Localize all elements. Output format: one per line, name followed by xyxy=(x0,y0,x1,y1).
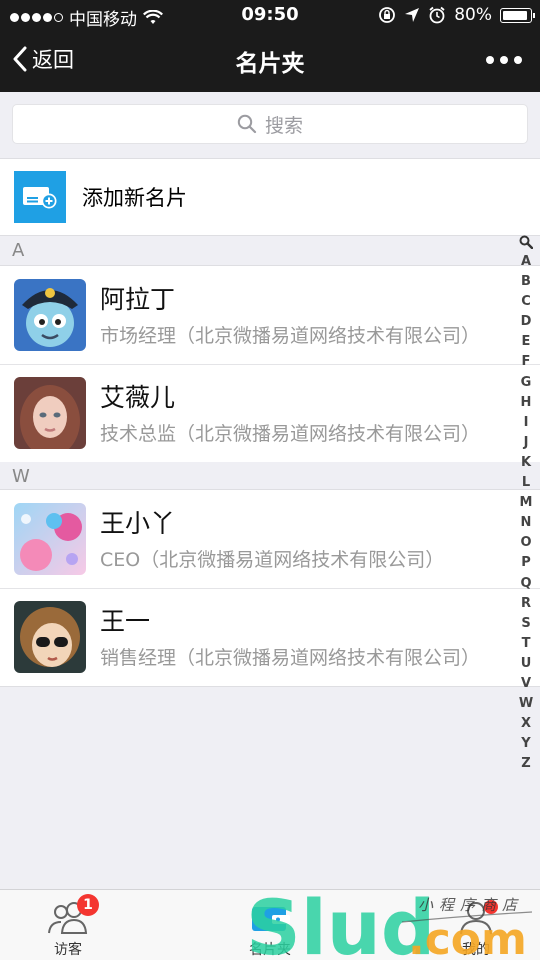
index-letter-w[interactable]: W xyxy=(519,694,533,714)
index-letter-c[interactable]: C xyxy=(521,292,531,312)
index-letter-a[interactable]: A xyxy=(521,252,531,272)
index-letter-j[interactable]: J xyxy=(524,433,529,453)
contact-row[interactable]: 艾薇儿 技术总监（北京微播易道网络技术有限公司） xyxy=(0,364,540,462)
tab-visitors[interactable]: 访客 1 xyxy=(8,890,128,960)
search-icon xyxy=(237,114,257,134)
nav-bar: 返回 名片夹 xyxy=(0,30,540,92)
index-letter-g[interactable]: G xyxy=(521,373,532,393)
index-letter-r[interactable]: R xyxy=(521,594,531,614)
contact-title: CEO（北京微播易道网络技术有限公司） xyxy=(100,548,445,571)
contact-row[interactable]: 王小丫 CEO（北京微播易道网络技术有限公司） xyxy=(0,490,540,588)
index-letter-v[interactable]: V xyxy=(521,674,531,694)
add-new-card-button[interactable]: 添加新名片 xyxy=(0,158,540,236)
section-header-a: A xyxy=(0,236,540,266)
contact-name: 艾薇儿 xyxy=(100,382,176,412)
location-arrow-icon xyxy=(405,8,420,22)
index-letter-i[interactable]: I xyxy=(524,413,529,433)
battery-percent: 80% xyxy=(454,5,492,25)
more-options-icon[interactable] xyxy=(486,56,522,64)
index-letter-l[interactable]: L xyxy=(522,473,530,493)
index-letter-e[interactable]: E xyxy=(522,332,531,352)
alarm-icon xyxy=(429,6,445,24)
add-card-label: 添加新名片 xyxy=(82,186,187,210)
add-card-icon xyxy=(14,171,66,223)
index-letter-z[interactable]: Z xyxy=(521,754,530,774)
status-bar: 中国移动 09:50 80% xyxy=(0,0,540,30)
tab-label: 我的 xyxy=(462,942,490,958)
contact-name: 王一 xyxy=(100,606,151,636)
rotation-lock-icon xyxy=(379,7,396,23)
battery-icon xyxy=(500,7,535,23)
index-letter-o[interactable]: O xyxy=(520,533,531,553)
contact-title: 市场经理（北京微播易道网络技术有限公司） xyxy=(100,324,481,347)
index-letter-f[interactable]: F xyxy=(522,352,531,372)
index-letter-d[interactable]: D xyxy=(521,312,532,332)
contact-row[interactable]: 王一 销售经理（北京微播易道网络技术有限公司） xyxy=(0,588,540,686)
contact-row[interactable]: 阿拉丁 市场经理（北京微播易道网络技术有限公司） xyxy=(0,266,540,364)
index-letter-y[interactable]: Y xyxy=(521,734,530,754)
index-letter-p[interactable]: P xyxy=(521,553,531,573)
contact-list-a: 阿拉丁 市场经理（北京微播易道网络技术有限公司） 艾薇儿 技术总监（北京微播易道… xyxy=(0,265,540,463)
index-letter-b[interactable]: B xyxy=(521,272,531,292)
contact-name: 王小丫 xyxy=(100,508,176,538)
index-letter-q[interactable]: Q xyxy=(520,574,531,594)
index-letter-t[interactable]: T xyxy=(522,634,531,654)
index-letter-h[interactable]: H xyxy=(521,393,532,413)
avatar xyxy=(14,279,86,351)
contact-title: 技术总监（北京微播易道网络技术有限公司） xyxy=(100,422,481,445)
index-letter-x[interactable]: X xyxy=(521,714,531,734)
alphabet-index[interactable]: ABCDEFGHIJKLMNOPQRSTUVWXYZ xyxy=(516,232,536,774)
avatar xyxy=(14,377,86,449)
contact-list-w: 王小丫 CEO（北京微播易道网络技术有限公司） 王一 销售经理（北京微播易道网络… xyxy=(0,489,540,687)
card-holder-icon xyxy=(252,907,290,931)
index-letter-k[interactable]: K xyxy=(521,453,531,473)
tab-mine[interactable]: 我的 xyxy=(416,890,536,960)
search-bar: 搜索 xyxy=(0,92,540,158)
contact-name: 阿拉丁 xyxy=(100,284,176,314)
section-header-w: W xyxy=(0,462,540,492)
search-input[interactable]: 搜索 xyxy=(12,104,528,144)
tab-label: 访客 xyxy=(54,942,82,958)
page-title: 名片夹 xyxy=(235,51,305,77)
tab-label: 名片夹 xyxy=(249,942,291,958)
search-placeholder: 搜索 xyxy=(264,114,303,137)
tab-bar: 访客 1 名片夹 我的 xyxy=(0,889,540,960)
index-letter-u[interactable]: U xyxy=(521,654,532,674)
notification-badge: 1 xyxy=(77,894,99,916)
index-letter-s[interactable]: S xyxy=(521,614,530,634)
avatar xyxy=(14,601,86,673)
avatar xyxy=(14,503,86,575)
contact-title: 销售经理（北京微播易道网络技术有限公司） xyxy=(100,646,481,669)
index-letter-n[interactable]: N xyxy=(521,513,532,533)
index-letter-m[interactable]: M xyxy=(520,493,533,513)
notification-dot xyxy=(484,900,498,914)
tab-card-holder[interactable]: 名片夹 xyxy=(210,890,330,960)
index-search-icon[interactable] xyxy=(519,232,533,252)
